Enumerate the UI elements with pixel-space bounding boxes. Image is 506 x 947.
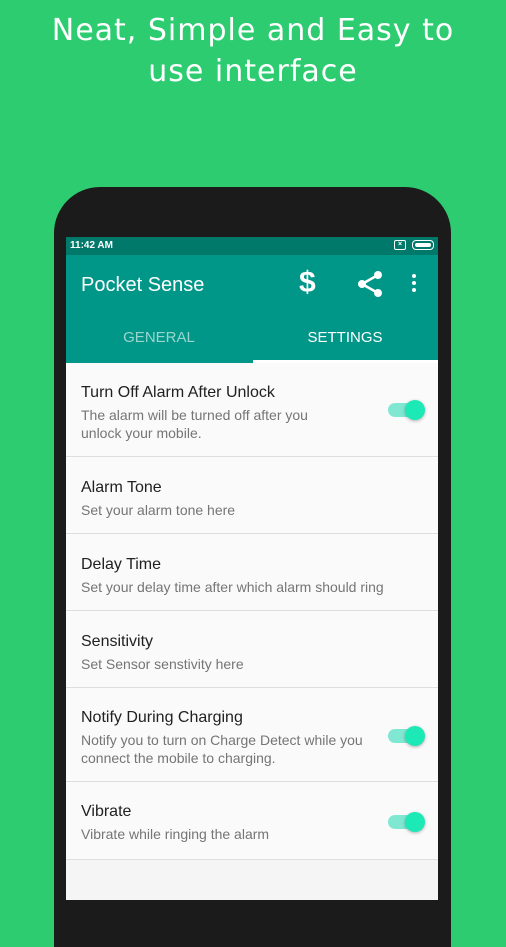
setting-title: Notify During Charging [81, 709, 243, 726]
setting-sensitivity[interactable]: Sensitivity Set Sensor senstivity here [66, 611, 438, 688]
setting-subtitle: Set your alarm tone here [81, 502, 236, 518]
setting-title: Vibrate [81, 803, 132, 820]
app-bar: Pocket Sense $ [66, 255, 438, 313]
setting-subtitle: Notify you to turn on Charge Detect whil… [81, 732, 363, 766]
setting-subtitle: Set your delay time after which alarm sh… [81, 579, 384, 595]
setting-alarm-tone[interactable]: Alarm Tone Set your alarm tone here [66, 457, 438, 534]
phone-screen: 11:42 AM × Pocket Sense $ GENERAL SETTIN… [66, 237, 438, 900]
toggle-switch[interactable] [388, 726, 425, 746]
setting-subtitle: Set Sensor senstivity here [81, 656, 244, 672]
tab-settings[interactable]: SETTINGS [252, 313, 438, 363]
setting-title: Delay Time [81, 556, 162, 573]
setting-vibrate[interactable]: Vibrate Vibrate while ringing the alarm [66, 782, 438, 860]
setting-turn-off-alarm[interactable]: Turn Off Alarm After Unlock The alarm wi… [66, 363, 438, 457]
setting-title: Alarm Tone [81, 479, 162, 496]
toggle-switch[interactable] [388, 812, 425, 832]
dollar-icon[interactable]: $ [299, 266, 316, 300]
toggle-switch[interactable] [388, 400, 425, 420]
settings-list: Turn Off Alarm After Unlock The alarm wi… [66, 363, 438, 860]
setting-title: Turn Off Alarm After Unlock [81, 384, 275, 401]
promo-line-1: Neat, Simple and Easy to [51, 13, 455, 48]
status-time: 11:42 AM [70, 240, 113, 251]
status-bar: 11:42 AM × [66, 237, 438, 255]
tab-bar: GENERAL SETTINGS [66, 313, 438, 363]
setting-notify-charging[interactable]: Notify During Charging Notify you to tur… [66, 688, 438, 782]
app-title: Pocket Sense [81, 274, 205, 296]
sim-icon: × [394, 240, 406, 250]
promo-headline: Neat, Simple and Easy to use interface [0, 10, 506, 92]
tab-general[interactable]: GENERAL [66, 313, 252, 363]
setting-delay-time[interactable]: Delay Time Set your delay time after whi… [66, 534, 438, 611]
share-icon[interactable] [355, 269, 385, 304]
status-indicators: × [394, 240, 434, 250]
more-vert-icon[interactable] [411, 273, 417, 298]
setting-title: Sensitivity [81, 633, 154, 650]
setting-subtitle: Vibrate while ringing the alarm [81, 826, 270, 842]
promo-line-2: use interface [148, 54, 358, 89]
battery-icon [412, 240, 434, 250]
setting-subtitle: The alarm will be turned off after you u… [81, 407, 308, 441]
